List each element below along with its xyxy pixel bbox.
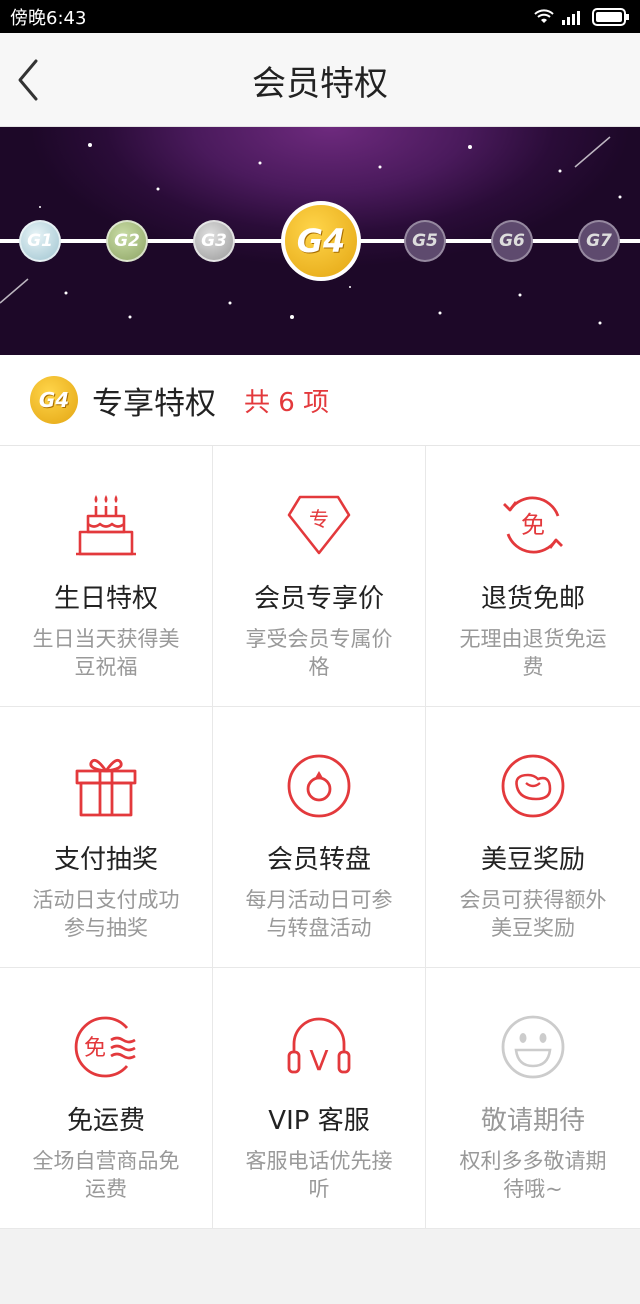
- privilege-item-title: 免运费: [66, 1106, 145, 1136]
- free-shipping-icon-text: 免: [84, 1036, 106, 1061]
- privilege-item-turntable[interactable]: 会员转盘 每月活动日可参与转盘活动: [213, 707, 426, 968]
- free-shipping-icon: 免: [71, 1012, 141, 1082]
- privilege-item-desc: 客服电话优先接听: [245, 1149, 393, 1201]
- privilege-item-desc: 会员可获得额外美豆奖励: [459, 888, 607, 940]
- privilege-item-title: 敬请期待: [480, 1106, 585, 1136]
- level-badge-g6[interactable]: G6: [491, 220, 533, 262]
- privilege-item-bean-reward[interactable]: 美豆奖励 会员可获得额外美豆奖励: [426, 707, 640, 968]
- level-badge-g1[interactable]: G1: [19, 220, 61, 262]
- vip-headset-icon: V: [284, 1012, 354, 1082]
- level-badge-g7[interactable]: G7: [578, 220, 620, 262]
- diamond-icon-text: 专: [309, 507, 329, 531]
- status-bar: 傍晚6:43: [0, 0, 640, 33]
- level-badge-g2[interactable]: G2: [106, 220, 148, 262]
- privilege-item-desc: 无理由退货免运费: [459, 627, 607, 679]
- privilege-header: G4 专享特权 共 6 项: [0, 355, 640, 446]
- privilege-title: 专享特权: [92, 385, 216, 422]
- wifi-icon: [534, 8, 554, 23]
- bean-reward-icon: [498, 751, 568, 821]
- privilege-item-title: 会员专享价: [253, 584, 384, 614]
- privilege-item-title: 支付抽奖: [53, 845, 158, 875]
- turntable-icon: [284, 751, 354, 821]
- privilege-item-title: 会员转盘: [266, 845, 371, 875]
- privilege-item-coming-soon: 敬请期待 权利多多敬请期待哦~: [426, 968, 640, 1229]
- level-banner: G1 G2 G3 G4 G5 G6 G7: [0, 127, 640, 355]
- level-badge-current[interactable]: G4: [281, 201, 361, 281]
- privilege-item-member-price[interactable]: 专 会员专享价 享受会员专属价格: [213, 446, 426, 707]
- privilege-item-desc: 生日当天获得美豆祝福: [32, 627, 180, 679]
- nav-bar: 会员特权: [0, 33, 640, 127]
- level-badge-g5[interactable]: G5: [404, 220, 446, 262]
- privilege-item-desc: 每月活动日可参与转盘活动: [245, 888, 393, 940]
- status-icons: [534, 7, 630, 26]
- privilege-item-title: 生日特权: [53, 584, 158, 614]
- privilege-item-desc: 享受会员专属价格: [245, 627, 393, 679]
- birthday-cake-icon: [71, 490, 141, 560]
- privilege-item-free-return[interactable]: 免 退货免邮 无理由退货免运费: [426, 446, 640, 707]
- status-time: 傍晚6:43: [10, 7, 87, 29]
- privilege-item-title: VIP 客服: [268, 1106, 370, 1136]
- privilege-item-free-shipping[interactable]: 免 免运费 全场自营商品免运费: [0, 968, 213, 1229]
- signal-icon: [562, 10, 580, 25]
- privilege-item-desc: 权利多多敬请期待哦~: [459, 1149, 607, 1201]
- page-title: 会员特权: [252, 63, 388, 104]
- privilege-item-lottery[interactable]: 支付抽奖 活动日支付成功参与抽奖: [0, 707, 213, 968]
- level-badge-g3[interactable]: G3: [193, 220, 235, 262]
- privilege-item-desc: 活动日支付成功参与抽奖: [32, 888, 180, 940]
- headset-icon-text: V: [309, 1044, 328, 1077]
- privilege-count: 共 6 项: [244, 387, 330, 418]
- member-price-diamond-icon: 专: [284, 490, 354, 560]
- free-return-icon-text: 免: [521, 511, 545, 539]
- free-return-icon: 免: [498, 490, 568, 560]
- level-badge-icon: G4: [30, 376, 78, 424]
- privilege-item-title: 美豆奖励: [480, 845, 585, 875]
- privilege-item-title: 退货免邮: [480, 584, 585, 614]
- smiley-face-icon: [498, 1012, 568, 1082]
- privilege-item-desc: 全场自营商品免运费: [32, 1149, 180, 1201]
- gift-box-icon: [71, 751, 141, 821]
- privilege-grid: 生日特权 生日当天获得美豆祝福 专 会员专享价 享受会员专属价格 免 退货免邮 …: [0, 446, 640, 1229]
- privilege-item-vip-service[interactable]: V VIP 客服 客服电话优先接听: [213, 968, 426, 1229]
- privilege-item-birthday[interactable]: 生日特权 生日当天获得美豆祝福: [0, 446, 213, 707]
- battery-icon: [592, 7, 629, 26]
